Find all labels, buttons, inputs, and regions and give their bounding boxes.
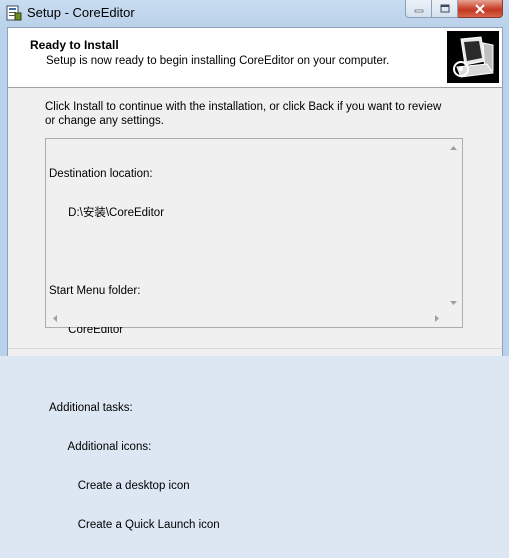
- memo-line: D:\安装\CoreEditor: [49, 207, 165, 219]
- memo-line: Create a desktop icon: [49, 480, 190, 492]
- memo-line: Start Menu folder:: [49, 285, 141, 297]
- window-title: Setup - CoreEditor: [27, 5, 135, 20]
- scrollbar-corner: [445, 310, 462, 327]
- ready-memo[interactable]: Destination location: D:\安装\CoreEditor S…: [45, 138, 463, 531]
- memo-line: [49, 363, 444, 376]
- scroll-right-icon[interactable]: [428, 310, 445, 327]
- close-button[interactable]: [458, 0, 503, 18]
- vertical-scrollbar[interactable]: [445, 139, 462, 311]
- setup-window: Setup - CoreEditor Ready to Install Setu…: [0, 0, 509, 531]
- horizontal-scrollbar[interactable]: [46, 310, 445, 327]
- memo-line: [49, 246, 444, 259]
- scroll-left-icon[interactable]: [46, 310, 63, 327]
- memo-line: Create a Quick Launch icon: [49, 519, 220, 531]
- wizard-header: Ready to Install Setup is now ready to b…: [8, 28, 502, 88]
- minimize-icon: [414, 9, 423, 12]
- scroll-up-icon[interactable]: [445, 139, 462, 156]
- maximize-icon: [440, 4, 449, 12]
- wizard-computer-icon: [447, 31, 499, 83]
- page-title: Ready to Install: [30, 38, 119, 52]
- intro-text: Click Install to continue with the insta…: [45, 101, 442, 127]
- memo-line: Additional tasks:: [49, 402, 133, 414]
- scroll-down-icon[interactable]: [445, 294, 462, 311]
- minimize-button[interactable]: [405, 0, 432, 18]
- memo-line: Additional icons:: [49, 441, 152, 453]
- maximize-button[interactable]: [432, 0, 458, 18]
- caption-buttons: [405, 0, 503, 19]
- memo-line: Destination location:: [49, 168, 153, 180]
- title-bar: Setup - CoreEditor: [0, 0, 509, 27]
- setup-app-icon[interactable]: [6, 5, 22, 21]
- page-subtitle: Setup is now ready to begin installing C…: [46, 55, 390, 67]
- wizard-client-area: Ready to Install Setup is now ready to b…: [7, 27, 503, 531]
- bottom-separator: [8, 348, 502, 358]
- close-icon: [475, 3, 485, 14]
